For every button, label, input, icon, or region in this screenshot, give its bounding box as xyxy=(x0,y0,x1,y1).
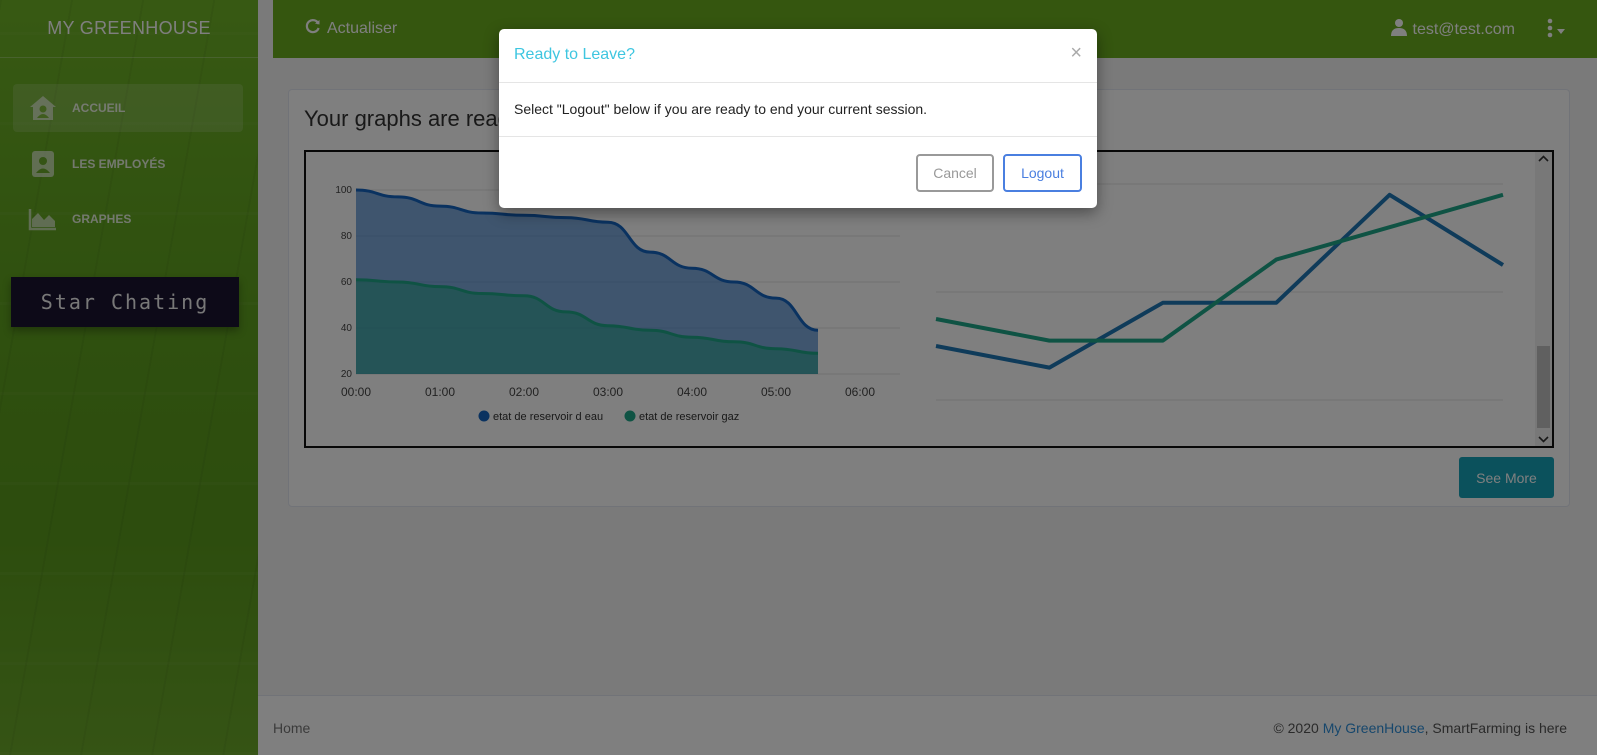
modal-body-text: Select "Logout" below if you are ready t… xyxy=(499,83,1097,137)
modal-title: Ready to Leave? xyxy=(514,46,635,63)
cancel-button[interactable]: Cancel xyxy=(916,154,994,192)
modal-header: Ready to Leave? × xyxy=(499,29,1097,83)
close-icon[interactable]: × xyxy=(1070,42,1082,65)
logout-button[interactable]: Logout xyxy=(1003,154,1082,192)
logout-modal: Ready to Leave? × Select "Logout" below … xyxy=(499,29,1097,208)
modal-footer: Cancel Logout xyxy=(499,137,1097,207)
